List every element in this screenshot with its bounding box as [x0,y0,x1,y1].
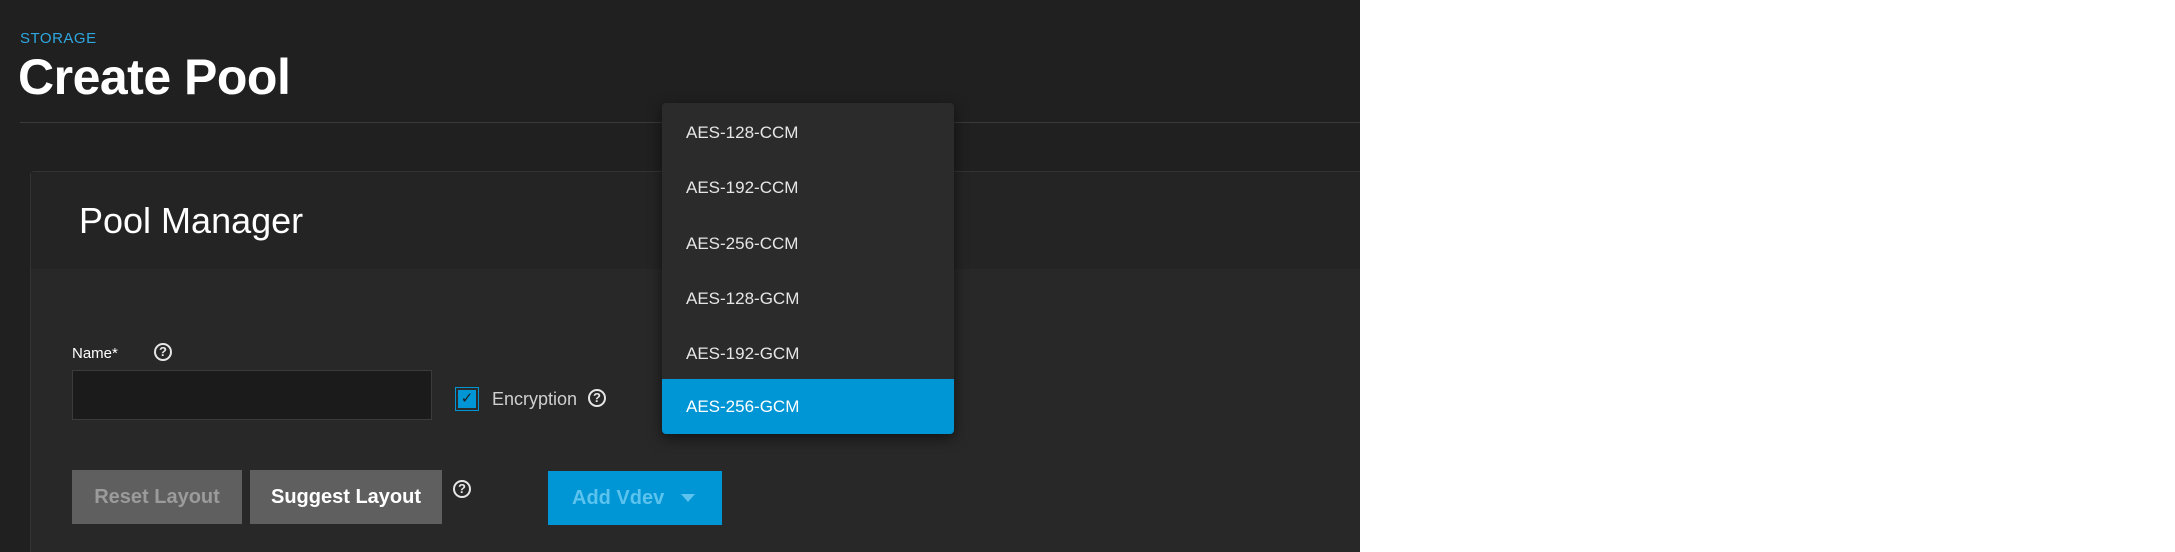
option-aes-192-gcm[interactable]: AES-192-GCM [662,326,954,381]
page-title: Create Pool [18,49,291,105]
option-aes-192-ccm[interactable]: AES-192-CCM [662,160,954,215]
breadcrumb[interactable]: STORAGE [20,30,97,47]
encryption-checkbox[interactable]: ✓ [456,388,478,410]
card-title: Pool Manager [79,200,304,241]
name-help-icon[interactable]: ? [154,343,172,361]
check-icon: ✓ [460,390,474,407]
option-aes-256-gcm[interactable]: AES-256-GCM [662,379,954,434]
add-vdev-button[interactable]: Add Vdev [548,471,722,525]
pool-name-input[interactable] [72,370,432,420]
reset-layout-button[interactable]: Reset Layout [72,470,242,524]
caret-down-icon[interactable] [681,494,695,502]
option-aes-128-ccm[interactable]: AES-128-CCM [662,105,954,160]
encryption-help-icon[interactable]: ? [588,389,606,407]
name-label: Name* [72,345,118,362]
encryption-algorithm-dropdown: AES-128-CCM AES-192-CCM AES-256-CCM AES-… [662,103,954,434]
encryption-label[interactable]: Encryption [492,389,577,410]
option-aes-128-gcm[interactable]: AES-128-GCM [662,271,954,326]
option-aes-256-ccm[interactable]: AES-256-CCM [662,216,954,271]
layout-help-icon[interactable]: ? [453,480,471,498]
add-vdev-label: Add Vdev [572,487,665,509]
app-window: STORAGE Create Pool Pool Manager Name* ?… [0,0,1360,552]
suggest-layout-button[interactable]: Suggest Layout [250,470,442,524]
